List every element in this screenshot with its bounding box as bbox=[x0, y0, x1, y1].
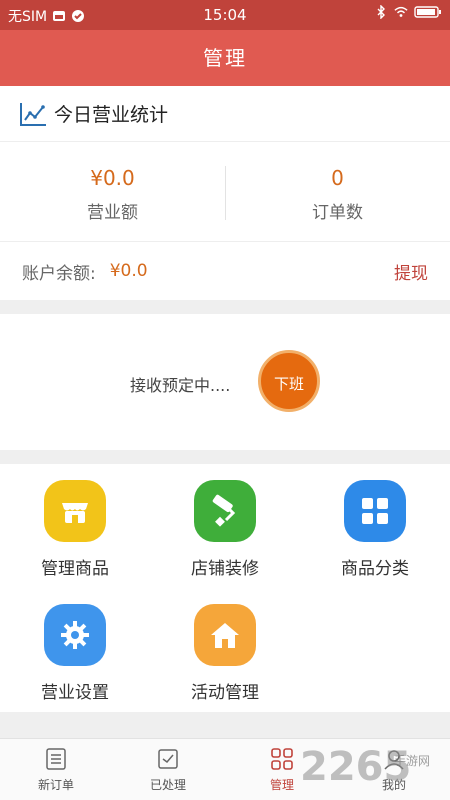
grid-item-store-decoration[interactable]: 店铺装修 bbox=[150, 480, 300, 579]
revenue-stat[interactable]: ¥0.0 营业额 bbox=[0, 142, 225, 241]
tab-processed[interactable]: 已处理 bbox=[112, 743, 224, 793]
status-bar: 无SIM 15:04 bbox=[0, 0, 450, 30]
grid-four-icon bbox=[271, 748, 293, 770]
paint-roller-icon bbox=[194, 480, 256, 542]
orders-stat[interactable]: 0 订单数 bbox=[225, 142, 450, 241]
tab-label: 已处理 bbox=[149, 778, 186, 792]
shop-status-card: 接收预定中.... bbox=[0, 314, 450, 450]
bluetooth-icon bbox=[377, 5, 385, 19]
status-right bbox=[374, 5, 442, 19]
stats-heading: 今日营业统计 bbox=[54, 104, 169, 126]
withdraw-link[interactable]: 提现 bbox=[394, 259, 428, 284]
grid-item-business-settings[interactable]: 营业设置 bbox=[0, 604, 150, 703]
orders-value: 0 bbox=[331, 166, 344, 190]
gear-icon bbox=[44, 604, 106, 666]
stats-header: 今日营业统计 bbox=[0, 86, 450, 142]
balance-value: ¥0.0 bbox=[109, 261, 148, 281]
tab-new-orders[interactable]: 新订单 bbox=[0, 743, 112, 793]
header-bar: 管理 bbox=[0, 30, 450, 86]
revenue-label: 营业额 bbox=[87, 203, 138, 223]
page-title: 管理 bbox=[203, 46, 247, 70]
grid-item-product-category[interactable]: 商品分类 bbox=[300, 480, 450, 579]
off-duty-button[interactable]: 下班 bbox=[258, 350, 320, 412]
stats-grid: ¥0.0 营业额 0 订单数 bbox=[0, 142, 450, 242]
shop-status-text: 接收预定中.... bbox=[130, 376, 231, 395]
line-chart-icon bbox=[20, 102, 46, 126]
battery-icon bbox=[414, 6, 441, 18]
grid-label: 店铺装修 bbox=[191, 559, 259, 579]
shop-icon bbox=[44, 480, 106, 542]
grid-label: 营业设置 bbox=[41, 683, 109, 703]
grid-item-manage-products[interactable]: 管理商品 bbox=[0, 480, 150, 579]
house-icon bbox=[194, 604, 256, 666]
checked-box-icon bbox=[158, 749, 178, 769]
stats-card: 今日营业统计 ¥0.0 营业额 0 订单数 账户余额: ¥0.0 提现 bbox=[0, 86, 450, 300]
category-grid-icon bbox=[344, 480, 406, 542]
revenue-value: ¥0.0 bbox=[90, 166, 135, 190]
watermark-sub: 手游网 bbox=[394, 754, 431, 768]
grid-label: 商品分类 bbox=[341, 559, 409, 579]
balance-label: 账户余额: bbox=[22, 263, 96, 284]
grid-item-activity-management[interactable]: 活动管理 bbox=[150, 604, 300, 703]
tab-label: 新订单 bbox=[37, 778, 74, 792]
stats-divider bbox=[225, 166, 226, 220]
orders-label: 订单数 bbox=[312, 203, 363, 223]
balance-row: 账户余额: ¥0.0 提现 bbox=[0, 242, 450, 300]
wifi-icon bbox=[394, 6, 408, 17]
grid-label: 活动管理 bbox=[191, 683, 259, 703]
function-grid: 管理商品 店铺装修 商品分类 营业设置 活动管理 bbox=[0, 464, 450, 712]
grid-label: 管理商品 bbox=[41, 559, 109, 579]
order-list-icon bbox=[46, 748, 66, 770]
